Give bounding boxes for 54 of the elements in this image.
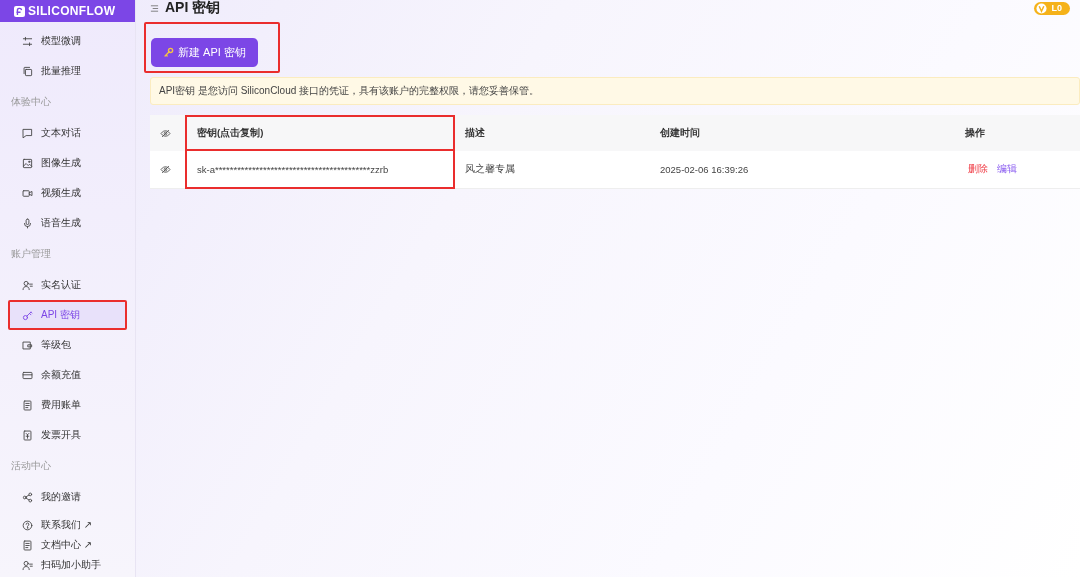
sliders-icon [22, 35, 33, 47]
key-icon [22, 309, 33, 321]
sidebar-item[interactable]: 模型微调 [8, 26, 127, 56]
section-label: 活动中心 [10, 459, 52, 473]
sidebar-item[interactable]: 视频生成 [8, 178, 127, 208]
image-icon [22, 157, 33, 169]
sidebar-item[interactable]: 批量推理 [8, 56, 127, 86]
edit-link[interactable]: 编辑 [997, 163, 1017, 176]
sidebar-item[interactable]: 文本对话 [8, 118, 127, 148]
wallet-icon [22, 339, 33, 351]
card-icon [22, 369, 33, 381]
logo-text: SILICONFLOW [28, 4, 116, 18]
sidebar-item[interactable]: 语音生成 [8, 208, 127, 238]
column-header: 密钥(点击复制) [185, 115, 455, 151]
column-header: 创建时间 [650, 115, 955, 151]
menu-icon[interactable] [150, 3, 159, 13]
delete-link[interactable]: 删除 [968, 163, 988, 176]
eye-slash-icon[interactable] [160, 127, 171, 139]
level-badge: L0 [1034, 1, 1070, 15]
sidebar-item[interactable]: 等级包 [8, 330, 127, 360]
notice-banner: API密钥 是您访问 SiliconCloud 接口的凭证，具有该账户的完整权限，请您妥善保管。 [150, 77, 1080, 105]
microphone-icon [22, 217, 33, 229]
section-label: 体验中心 [10, 95, 52, 109]
sidebar-item[interactable]: API 密钥 [8, 300, 127, 330]
video-camera-icon [22, 187, 33, 199]
sidebar-item[interactable]: 发票开具 [8, 420, 127, 450]
copy-icon [22, 65, 33, 77]
document-icon [22, 539, 33, 551]
footer-link[interactable]: 扫码加小助手 [12, 555, 127, 575]
document-icon [22, 399, 33, 411]
sidebar-item[interactable]: 实名认证 [8, 270, 127, 300]
new-key-button[interactable]: 新建 API 密钥 [151, 38, 258, 67]
sidebar-item[interactable]: 我的邀请 [8, 482, 127, 512]
column-header: 描述 [455, 115, 650, 151]
help-icon [22, 519, 33, 531]
share-icon [22, 491, 33, 503]
footer-link[interactable]: 文档中心 ↗ [12, 535, 127, 555]
chat-bubble-icon [22, 127, 33, 139]
footer-link[interactable]: 联系我们 ↗ [12, 515, 127, 535]
page-title: API 密钥 [165, 0, 221, 17]
eye-slash-icon[interactable] [160, 164, 171, 175]
logo-icon [14, 5, 25, 17]
table-cell: 风之馨专属 [455, 151, 650, 189]
sidebar-item[interactable]: 费用账单 [8, 390, 127, 420]
table-cell: 2025-02-06 16:39:26 [650, 151, 955, 189]
person-icon [22, 279, 33, 291]
sidebar-item[interactable]: 图像生成 [8, 148, 127, 178]
receipt-icon [22, 429, 33, 441]
key-icon [163, 47, 174, 58]
key-cell[interactable]: sk-a******************************************zzrb [185, 151, 455, 189]
column-header: 操作 [955, 115, 1080, 151]
person-icon [22, 559, 33, 571]
section-label: 账户管理 [10, 247, 52, 261]
sidebar-item[interactable]: 余额充值 [8, 360, 127, 390]
